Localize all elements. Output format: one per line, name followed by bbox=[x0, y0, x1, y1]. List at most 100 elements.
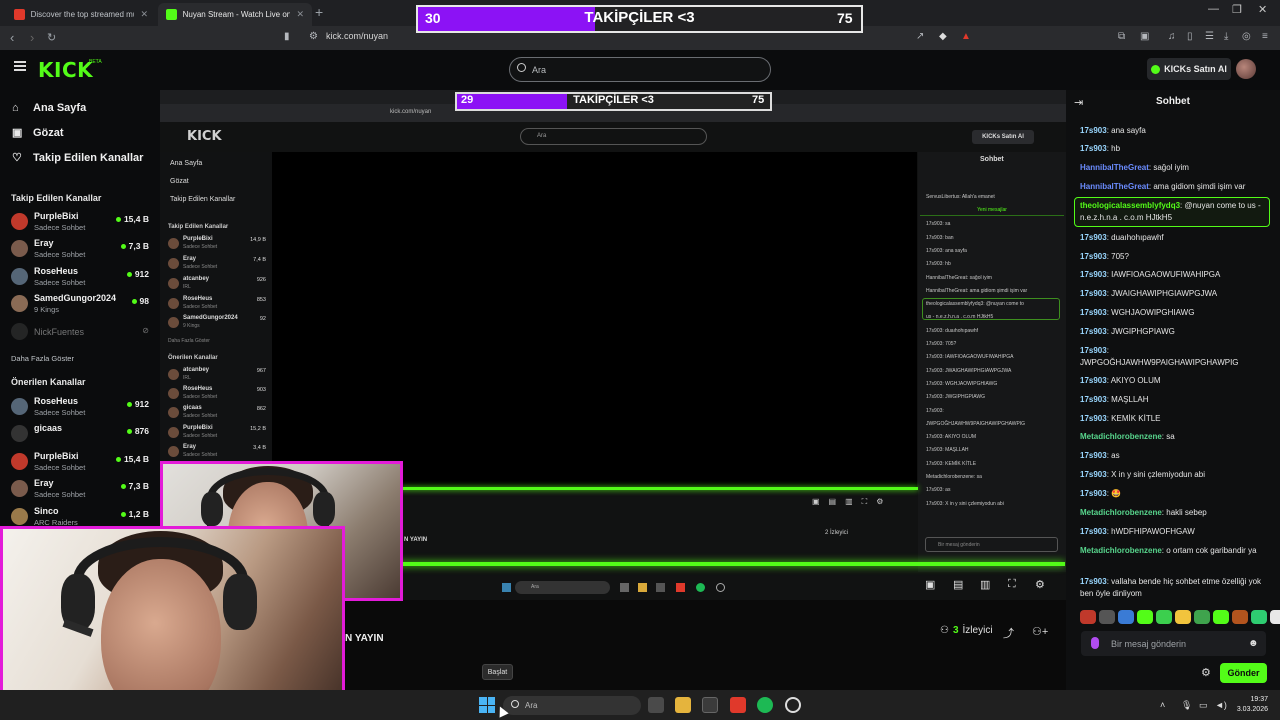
file-explorer-icon[interactable] bbox=[675, 697, 691, 713]
back-icon[interactable]: ‹ bbox=[10, 30, 14, 45]
download-icon[interactable]: ⤓ bbox=[1224, 31, 1228, 42]
chat-username[interactable]: 17s903 bbox=[1080, 376, 1107, 385]
chat-username[interactable]: 17s903 bbox=[1080, 489, 1107, 498]
search-input[interactable]: Ara bbox=[509, 57, 771, 82]
chat-username[interactable]: HannibalTheGreat bbox=[1080, 182, 1149, 191]
chat-username[interactable]: 17s903 bbox=[1080, 395, 1107, 404]
emote-icon[interactable] bbox=[1099, 610, 1115, 624]
chat-username[interactable]: HannibalTheGreat bbox=[1080, 163, 1149, 172]
chat-username[interactable]: 17s903 bbox=[1080, 233, 1107, 242]
recommended-channel[interactable]: RoseHeus Sadece Sohbet 912 bbox=[11, 395, 154, 421]
media-icon[interactable]: ♫ bbox=[1168, 31, 1176, 42]
rewards-icon[interactable]: ▲ bbox=[961, 31, 971, 42]
wallet-icon[interactable]: ▣ bbox=[1140, 31, 1149, 42]
emote-icon[interactable] bbox=[1080, 610, 1096, 624]
new-tab-icon[interactable]: + bbox=[315, 4, 323, 20]
chat-message-input[interactable]: Bir mesaj gönderin bbox=[1081, 631, 1266, 656]
recommended-channel[interactable]: gicaas 876 bbox=[11, 422, 154, 448]
emote-icon[interactable] bbox=[1194, 610, 1210, 624]
network-icon[interactable]: ▭ bbox=[1199, 700, 1208, 711]
followed-channel[interactable]: RoseHeus Sadece Sohbet 912 bbox=[11, 265, 154, 291]
follow-user-icon[interactable]: ⚇+ bbox=[1032, 625, 1048, 638]
send-button[interactable]: Gönder bbox=[1220, 663, 1267, 683]
chat-username[interactable]: 17s903 bbox=[1080, 308, 1107, 317]
sidebar-item-home[interactable]: ⌂ Ana Sayfa bbox=[12, 102, 86, 114]
kick-logo[interactable]: KICK bbox=[38, 58, 93, 82]
clock-time[interactable]: 19:37 bbox=[1236, 696, 1268, 703]
chat-username[interactable]: 17s903 bbox=[1080, 470, 1107, 479]
chat-username[interactable]: 17s903 bbox=[1080, 126, 1107, 135]
chat-username[interactable]: 17s903 bbox=[1080, 414, 1107, 423]
forward-icon[interactable]: › bbox=[30, 30, 34, 45]
emote-icon[interactable] bbox=[1156, 610, 1172, 624]
tray-chevron-icon[interactable]: ˄ bbox=[1160, 700, 1165, 710]
reload-icon[interactable]: ↻ bbox=[47, 31, 56, 44]
chat-username[interactable]: 17s903 bbox=[1080, 327, 1107, 336]
recommended-channel[interactable]: Eray Sadece Sohbet 7,3 B bbox=[11, 477, 154, 503]
theater-mode-icon[interactable]: ▤ bbox=[953, 578, 963, 591]
emoji-picker-icon[interactable]: ☻ bbox=[1248, 638, 1259, 649]
chat-username[interactable]: 17s903 bbox=[1080, 346, 1107, 355]
emote-icon[interactable] bbox=[1175, 610, 1191, 624]
taskbar-search-input[interactable]: Ara bbox=[503, 696, 641, 715]
store-icon[interactable] bbox=[702, 697, 718, 713]
mic-tray-icon[interactable]: 🎙 bbox=[1181, 700, 1192, 711]
chat-username[interactable]: 17s903 bbox=[1080, 451, 1107, 460]
share-icon[interactable]: ⤴ bbox=[1003, 625, 1014, 641]
close-tab-icon[interactable]: ✕ bbox=[140, 9, 148, 20]
minimize-icon[interactable]: — bbox=[1208, 3, 1219, 15]
close-tab-icon[interactable]: ✕ bbox=[296, 9, 304, 20]
sidebar-item-browse[interactable]: ▣ Gözat bbox=[12, 127, 64, 139]
chat-username[interactable]: theologicalassemblyfydq3 bbox=[1080, 201, 1180, 210]
task-view-icon[interactable] bbox=[648, 697, 664, 713]
chat-username[interactable]: 17s903 bbox=[1080, 527, 1107, 536]
chat-username[interactable]: 17s903 bbox=[1080, 270, 1107, 279]
brave-shield-icon[interactable]: ◆ bbox=[939, 31, 947, 42]
hamburger-menu-icon[interactable] bbox=[14, 61, 26, 71]
chat-username[interactable]: 17s903 bbox=[1080, 144, 1107, 153]
emote-icon[interactable] bbox=[1270, 610, 1280, 624]
microphone-icon[interactable] bbox=[1091, 637, 1099, 649]
sidebar-toggle-icon[interactable]: ▯ bbox=[1187, 31, 1193, 42]
chat-username[interactable]: Metadichlorobenzene bbox=[1080, 546, 1162, 555]
chat-username[interactable]: 17s903 bbox=[1080, 252, 1107, 261]
extensions-icon[interactable]: ⧉ bbox=[1118, 31, 1125, 42]
settings-gear-icon[interactable]: ⚙ bbox=[1035, 578, 1045, 591]
volume-icon[interactable]: ◄) bbox=[1215, 700, 1227, 710]
recommended-channel[interactable]: PurpleBixi Sadece Sohbet 15,4 B bbox=[11, 450, 154, 476]
cinema-icon[interactable]: ▥ bbox=[980, 578, 990, 591]
bookmark-icon[interactable]: ▮ bbox=[284, 31, 290, 42]
browser-menu-icon[interactable]: ≡ bbox=[1262, 31, 1268, 42]
sidebar-item-following[interactable]: ♡ Takip Edilen Kanallar bbox=[12, 152, 143, 164]
followed-channel[interactable]: PurpleBixi Sadece Sohbet 15,4 B bbox=[11, 210, 154, 236]
followed-channel[interactable]: SamedGungor2024 9 Kings 98 bbox=[11, 292, 154, 318]
emote-icon[interactable] bbox=[1251, 610, 1267, 624]
followed-channel[interactable]: Eray Sadece Sohbet 7,3 B bbox=[11, 237, 154, 263]
vpn-icon[interactable]: ◎ bbox=[1242, 31, 1251, 42]
buy-kicks-button[interactable]: KICKs Satın Al bbox=[1147, 58, 1231, 80]
app-icon[interactable] bbox=[785, 697, 801, 713]
browser-tab-music[interactable]: Discover the top streamed music and ✕ bbox=[6, 3, 156, 26]
url-field[interactable]: kick.com/nuyan bbox=[326, 31, 388, 41]
reading-list-icon[interactable]: ☰ bbox=[1205, 31, 1214, 42]
fullscreen-icon[interactable]: ⛶ bbox=[1008, 578, 1016, 591]
emote-icon[interactable] bbox=[1213, 610, 1229, 624]
chat-username[interactable]: 17s903 bbox=[1080, 577, 1107, 586]
followed-channel-offline[interactable]: NickFuentes ⊘ bbox=[11, 323, 154, 349]
close-window-icon[interactable]: ✕ bbox=[1258, 3, 1267, 16]
chat-username[interactable]: Metadichlorobenzene bbox=[1080, 508, 1162, 517]
clock-date[interactable]: 3.03.2026 bbox=[1228, 706, 1268, 713]
browser-tab-kick[interactable]: Nuyan Stream - Watch Live on K ✕ bbox=[158, 3, 312, 26]
pip-icon[interactable]: ▣ bbox=[925, 578, 935, 591]
emote-icon[interactable] bbox=[1137, 610, 1153, 624]
chat-username[interactable]: 17s903 bbox=[1080, 289, 1107, 298]
brave-browser-icon[interactable] bbox=[730, 697, 746, 713]
chat-username[interactable]: Metadichlorobenzene bbox=[1080, 432, 1162, 441]
site-settings-icon[interactable]: ⚙ bbox=[309, 31, 318, 42]
emote-icon[interactable] bbox=[1118, 610, 1134, 624]
windows-start-icon[interactable] bbox=[479, 697, 495, 713]
chat-settings-icon[interactable]: ⚙ bbox=[1201, 666, 1211, 679]
spotify-icon[interactable] bbox=[757, 697, 773, 713]
show-more-link[interactable]: Daha Fazla Göster bbox=[11, 354, 74, 363]
maximize-icon[interactable]: ❐ bbox=[1232, 3, 1242, 16]
